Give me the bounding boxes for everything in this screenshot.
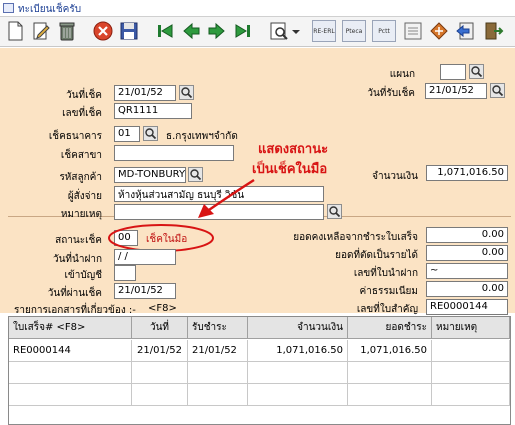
account-label: เข้าบัญชี bbox=[64, 270, 102, 281]
table-empty-cell[interactable] bbox=[348, 362, 432, 384]
bank-branch-input[interactable] bbox=[114, 145, 234, 161]
balance-label: ยอดคงเหลือจากชำระใบเสร็จ bbox=[293, 232, 418, 243]
amount-input[interactable]: 1,071,016.50 bbox=[426, 165, 508, 181]
prev-icon[interactable] bbox=[180, 20, 202, 42]
next-icon[interactable] bbox=[206, 20, 228, 42]
annotation-line2: เป็นเช็คในมือ bbox=[252, 162, 328, 177]
save-icon[interactable] bbox=[118, 20, 140, 42]
receive-date-label: วันที่รับเช็ค bbox=[367, 88, 415, 99]
payer-label: ผู้สั่งจ่าย bbox=[67, 191, 102, 202]
bank-search-icon[interactable] bbox=[143, 126, 158, 141]
fee-label: ค่าธรรมเนียม bbox=[359, 286, 418, 297]
amount-label: จำนวนเงิน bbox=[372, 171, 418, 182]
bank-label: เช็คธนาคาร bbox=[48, 131, 102, 142]
receive-date-input[interactable]: 21/01/52 bbox=[425, 83, 487, 99]
last-icon[interactable] bbox=[232, 20, 254, 42]
cheque-no-input[interactable]: QR1111 bbox=[114, 103, 192, 119]
writeoff-label: ยอดที่ตัดเป็นรายได้ bbox=[335, 250, 418, 261]
col-header-receipt[interactable]: ใบเสร็จ# <F8> bbox=[9, 317, 132, 339]
table-cell-paid-amount[interactable]: 1,071,016.50 bbox=[348, 340, 432, 362]
table-empty-cell[interactable] bbox=[132, 362, 188, 384]
col-header-paid-date[interactable]: รับชำระ bbox=[188, 317, 248, 339]
annotation-arrow bbox=[198, 178, 255, 218]
related-documents-table: ใบเสร็จ# <F8> วันที่ รับชำระ จำนวนเงิน ย… bbox=[8, 316, 511, 425]
table-empty-cell[interactable] bbox=[188, 362, 248, 384]
table-empty-cell[interactable] bbox=[348, 384, 432, 406]
col-header-date[interactable]: วันที่ bbox=[132, 317, 188, 339]
table-empty-cell[interactable] bbox=[432, 384, 510, 406]
window-icon bbox=[3, 3, 14, 13]
report4-icon[interactable] bbox=[402, 20, 424, 42]
deposit-date-label: วันที่นำฝาก bbox=[52, 254, 102, 265]
table-empty-cell[interactable] bbox=[248, 384, 348, 406]
remark-search-icon[interactable] bbox=[327, 204, 342, 219]
col-header-paid-amount[interactable]: ยอดชำระ bbox=[348, 317, 432, 339]
report3-icon[interactable]: Pctt bbox=[372, 20, 396, 42]
table-cell-receipt[interactable]: RE0000144 bbox=[9, 340, 132, 362]
remark-label: หมายเหตุ bbox=[60, 209, 102, 220]
voucher-label: เลขที่ใบสำคัญ bbox=[356, 304, 418, 315]
cancel-icon[interactable] bbox=[92, 20, 114, 42]
report1-icon[interactable]: RE-ERL bbox=[312, 20, 336, 42]
customer-code-input[interactable]: MD-TONBURY bbox=[114, 167, 186, 183]
table-cell-amount[interactable]: 1,071,016.50 bbox=[248, 340, 348, 362]
bank-branch-label: เช็คสาขา bbox=[60, 150, 102, 161]
trash-icon[interactable] bbox=[56, 20, 78, 42]
table-cell-paid-date[interactable]: 21/01/52 bbox=[188, 340, 248, 362]
first-icon[interactable] bbox=[154, 20, 176, 42]
new-icon[interactable] bbox=[4, 20, 26, 42]
col-header-amount[interactable]: จำนวนเงิน bbox=[248, 317, 348, 339]
customer-code-label: รหัสลูกค้า bbox=[59, 172, 102, 183]
writeoff-input[interactable]: 0.00 bbox=[426, 245, 508, 261]
bank-code-input[interactable]: 01 bbox=[114, 126, 140, 142]
table-empty-cell[interactable] bbox=[132, 384, 188, 406]
bank-name-text: ธ.กรุงเทพฯจำกัด bbox=[166, 131, 238, 142]
col-header-remark[interactable]: หมายเหตุ bbox=[432, 317, 510, 339]
back-icon[interactable] bbox=[454, 20, 476, 42]
branch-label: แผนก bbox=[389, 69, 415, 80]
table-empty-cell[interactable] bbox=[248, 362, 348, 384]
window-title: ทะเบียนเช็ครับ bbox=[18, 4, 82, 15]
status-label: สถานะเช็ค bbox=[55, 235, 102, 246]
deposit-no-label: เลขที่ใบนำฝาก bbox=[353, 268, 418, 279]
print-icon[interactable] bbox=[268, 20, 290, 42]
exit-icon[interactable] bbox=[482, 20, 504, 42]
receive-date-search-icon[interactable] bbox=[490, 83, 505, 98]
voucher-input[interactable]: RE0000144 bbox=[426, 299, 508, 315]
annotation-line1: แสดงสถานะ bbox=[258, 142, 329, 157]
fee-input[interactable]: 0.00 bbox=[426, 281, 508, 297]
tools-icon[interactable] bbox=[428, 20, 450, 42]
account-input[interactable] bbox=[114, 265, 136, 281]
table-empty-row[interactable] bbox=[9, 362, 132, 384]
table-cell-date[interactable]: 21/01/52 bbox=[132, 340, 188, 362]
table-empty-cell[interactable] bbox=[432, 362, 510, 384]
toolbar: RE-ERL Pteca Pctt bbox=[0, 17, 515, 47]
cheque-no-label: เลขที่เช็ค bbox=[62, 108, 102, 119]
related-shortcut: <F8> bbox=[148, 303, 177, 314]
deposit-no-input[interactable]: ~ bbox=[426, 263, 508, 279]
branch-input[interactable] bbox=[440, 64, 466, 80]
title-bar: ทะเบียนเช็ครับ bbox=[0, 0, 515, 17]
cheque-date-search-icon[interactable] bbox=[179, 85, 194, 100]
table-cell-remark[interactable] bbox=[432, 340, 510, 362]
report2-icon[interactable]: Pteca bbox=[342, 20, 366, 42]
edit-icon[interactable] bbox=[30, 20, 52, 42]
pass-date-input[interactable]: 21/01/52 bbox=[114, 283, 176, 299]
deposit-date-input[interactable]: / / bbox=[114, 249, 176, 265]
table-empty-row[interactable] bbox=[9, 384, 132, 406]
branch-search-icon[interactable] bbox=[469, 64, 484, 79]
dropdown-icon[interactable] bbox=[290, 20, 302, 42]
balance-input[interactable]: 0.00 bbox=[426, 227, 508, 243]
table-empty-cell[interactable] bbox=[188, 384, 248, 406]
cheque-date-input[interactable]: 21/01/52 bbox=[114, 85, 176, 101]
cheque-date-label: วันที่เช็ค bbox=[66, 90, 102, 101]
pass-date-label: วันที่ผ่านเช็ค bbox=[47, 288, 102, 299]
